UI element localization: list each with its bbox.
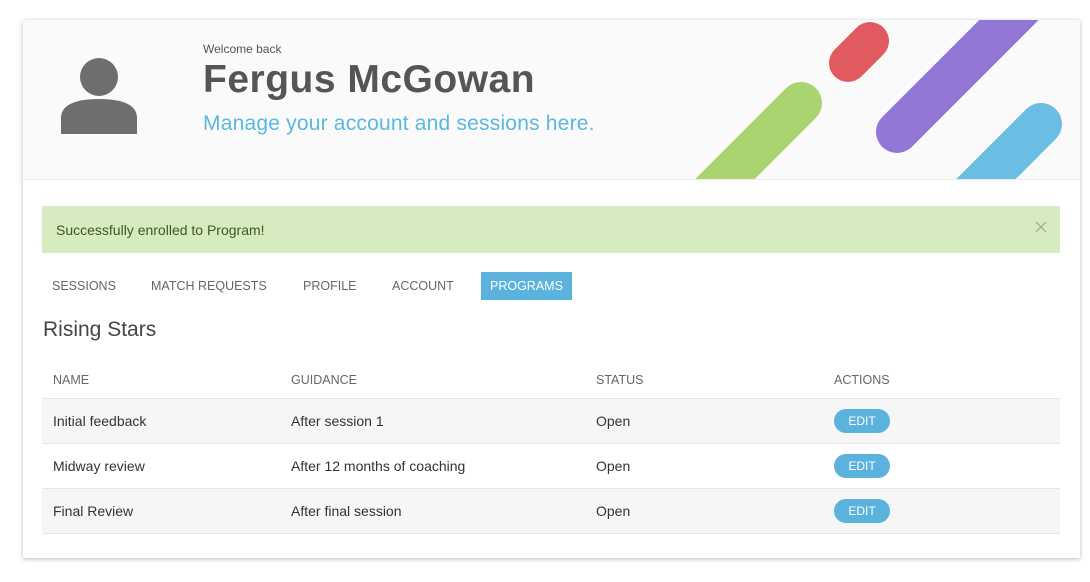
edit-button[interactable]: EDIT (834, 454, 890, 478)
program-title: Rising Stars (43, 318, 157, 341)
tab-sessions[interactable]: SESSIONS (52, 272, 116, 300)
row-status: Open (596, 503, 631, 519)
close-icon[interactable] (1034, 220, 1048, 234)
row-guidance: After session 1 (291, 413, 384, 429)
column-header-name: NAME (53, 373, 90, 387)
account-card: Welcome back Fergus McGowan Manage your … (23, 20, 1080, 558)
success-alert: Successfully enrolled to Program! (42, 206, 1060, 253)
tab-profile[interactable]: PROFILE (303, 272, 357, 300)
table-header: NAME GUIDANCE STATUS ACTIONS (42, 360, 1060, 399)
column-header-guidance: GUIDANCE (291, 373, 357, 387)
row-status: Open (596, 458, 631, 474)
row-name: Initial feedback (53, 413, 147, 429)
row-guidance: After final session (291, 503, 402, 519)
column-header-status: STATUS (596, 373, 644, 387)
row-status: Open (596, 413, 631, 429)
program-table: NAME GUIDANCE STATUS ACTIONS Initial fee… (42, 360, 1060, 534)
stripe-purple (876, 20, 1039, 153)
edit-button[interactable]: EDIT (834, 409, 890, 433)
edit-button[interactable]: EDIT (834, 499, 890, 523)
row-name: Midway review (53, 458, 145, 474)
tab-match-requests[interactable]: MATCH REQUESTS (151, 272, 267, 300)
stripe-blue (956, 103, 1062, 179)
row-guidance: After 12 months of coaching (291, 458, 466, 474)
decorative-stripes (695, 20, 1062, 179)
tab-account[interactable]: ACCOUNT (392, 272, 454, 300)
tab-programs[interactable]: PROGRAMS (481, 272, 572, 300)
alert-message: Successfully enrolled to Program! (56, 222, 265, 238)
row-name: Final Review (53, 503, 134, 519)
column-header-actions: ACTIONS (834, 373, 890, 387)
profile-header: Welcome back Fergus McGowan Manage your … (23, 20, 1080, 180)
table-row: Final Review After final session Open ED… (42, 489, 1060, 534)
stripe-green (695, 82, 822, 179)
stripe-red (829, 22, 889, 82)
table-row: Initial feedback After session 1 Open ED… (42, 399, 1060, 444)
table-row: Midway review After 12 months of coachin… (42, 444, 1060, 489)
